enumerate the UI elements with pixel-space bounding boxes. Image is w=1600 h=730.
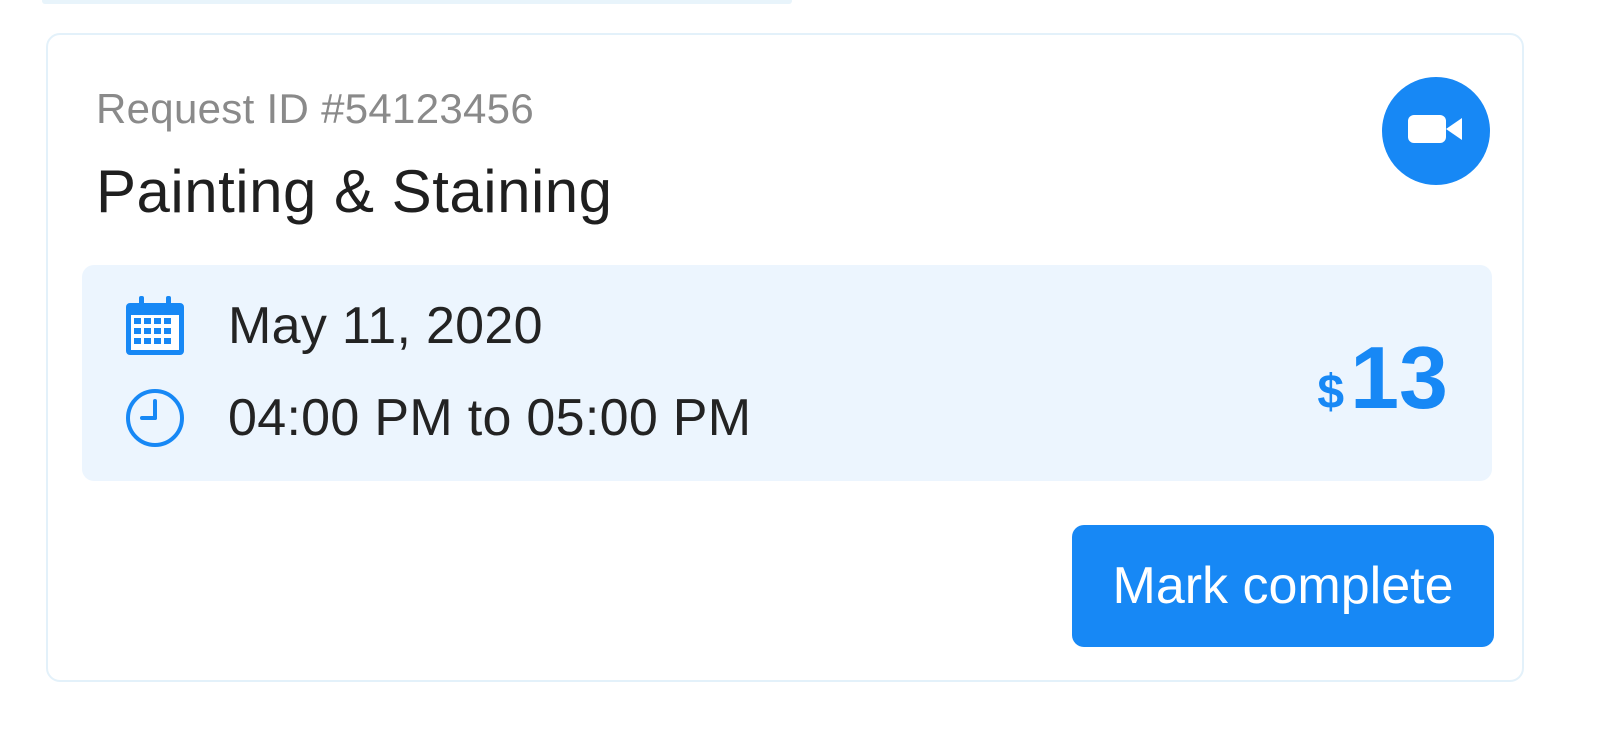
schedule-panel: May 11, 2020 04:00 PM to 05:00 PM $ 13 xyxy=(82,265,1492,481)
mark-complete-button[interactable]: Mark complete xyxy=(1072,525,1494,647)
price: $ 13 xyxy=(1317,327,1448,429)
price-currency: $ xyxy=(1317,366,1345,419)
clock-icon xyxy=(124,387,186,449)
video-camera-icon xyxy=(1406,109,1466,154)
previous-card-edge xyxy=(42,0,792,4)
service-title: Painting & Staining xyxy=(96,158,613,225)
price-amount: 13 xyxy=(1350,328,1448,427)
appointment-date: May 11, 2020 xyxy=(228,297,543,355)
request-id: Request ID #54123456 xyxy=(96,85,534,132)
calendar-icon xyxy=(124,295,186,357)
date-row: May 11, 2020 xyxy=(124,295,543,357)
video-call-button[interactable] xyxy=(1382,77,1490,185)
time-row: 04:00 PM to 05:00 PM xyxy=(124,387,751,449)
request-card: Request ID #54123456 Painting & Staining xyxy=(46,33,1524,682)
appointment-time: 04:00 PM to 05:00 PM xyxy=(228,389,752,447)
